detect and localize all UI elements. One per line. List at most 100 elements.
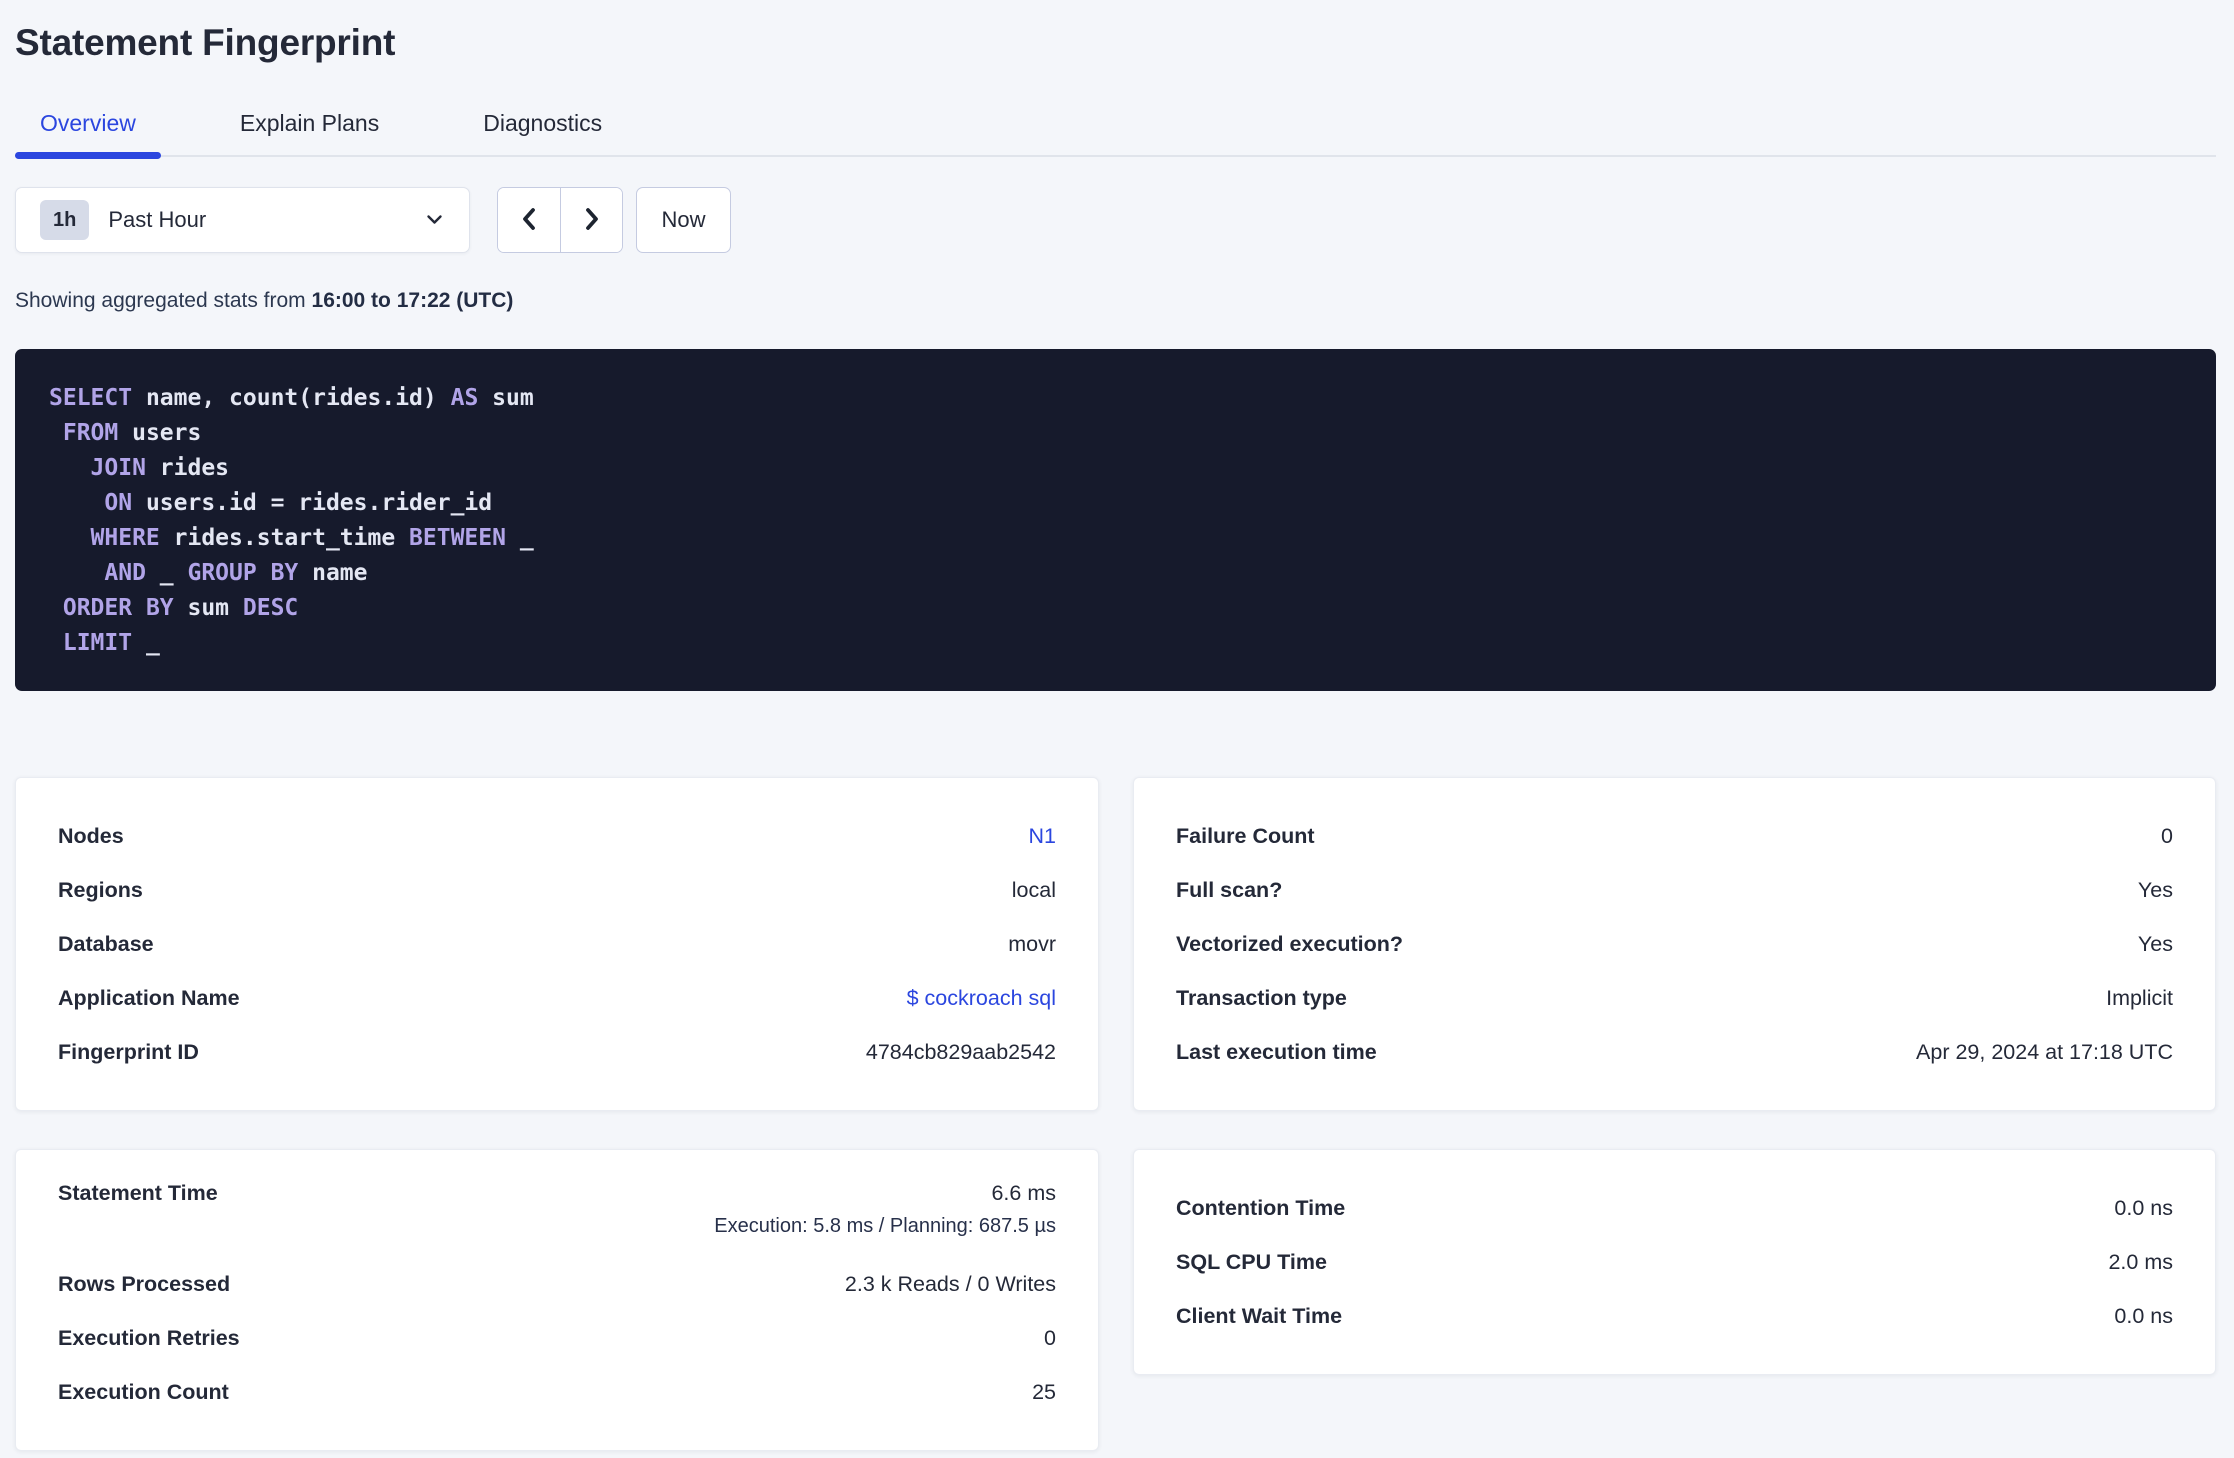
- now-button[interactable]: Now: [636, 187, 731, 253]
- sql-text: _: [505, 525, 534, 551]
- row-value: 2.3 k Reads / 0 Writes: [844, 1271, 1056, 1296]
- sql-text: _: [145, 560, 188, 586]
- time-range-arrows: [497, 187, 623, 253]
- card-row: Fingerprint ID 4784cb829aab2542: [58, 1025, 1056, 1079]
- row-label: Statement Time: [58, 1181, 218, 1205]
- sql-keyword: ON: [104, 490, 133, 516]
- sql-keyword: JOIN: [90, 455, 146, 481]
- row-label: SQL CPU Time: [1176, 1249, 1327, 1274]
- row-value: 6.6 ms: [991, 1181, 1056, 1205]
- card-row: Vectorized execution? Yes: [1176, 917, 2173, 971]
- row-value: 25: [1032, 1379, 1056, 1404]
- card-row: Execution Count 25: [58, 1365, 1056, 1419]
- card-row: Statement Time 6.6 ms Execution: 5.8 ms / …: [58, 1181, 1056, 1257]
- sql-statement-box: SELECT name, count(rides.id) AS sum FROM…: [15, 349, 2216, 691]
- row-value-wrap: Implicit: [2106, 986, 2173, 1011]
- row-value-wrap: 25: [1032, 1380, 1056, 1405]
- time-range-dropdown[interactable]: 1h Past Hour: [15, 187, 470, 253]
- row-value-wrap: 2.0 ms: [2108, 1250, 2173, 1275]
- sql-keyword: LIMIT: [62, 630, 133, 656]
- sql-keyword: WHERE: [90, 525, 160, 551]
- card-row: Execution Retries 0: [58, 1311, 1056, 1365]
- sql-text: users.id = rides.rider_id: [132, 490, 493, 516]
- row-value-wrap: 0: [1044, 1326, 1056, 1351]
- sql-keyword: FROM: [62, 420, 119, 446]
- stats-line-prefix: Showing aggregated stats from: [15, 289, 312, 312]
- card-row: Client Wait Time 0.0 ns: [1176, 1289, 2173, 1343]
- card-row: Regions local: [58, 863, 1056, 917]
- row-value-wrap: 0.0 ns: [2114, 1304, 2173, 1329]
- row-value-wrap: 4784cb829aab2542: [866, 1040, 1056, 1065]
- row-label: Execution Count: [58, 1379, 229, 1404]
- row-label: Database: [58, 931, 154, 956]
- row-label: Failure Count: [1176, 823, 1315, 848]
- sql-keyword: DESC: [242, 595, 299, 621]
- chevron-down-icon: [424, 213, 445, 227]
- sql-text: sum: [173, 595, 243, 621]
- row-value-wrap: 2.3 k Reads / 0 Writes: [845, 1272, 1056, 1297]
- row-value: Implicit: [2106, 985, 2173, 1010]
- time-controls: 1h Past Hour Now: [15, 187, 2216, 253]
- row-value: 0.0 ns: [2114, 1195, 2173, 1220]
- sql-text: sum: [478, 385, 534, 411]
- row-value: movr: [1008, 931, 1056, 956]
- row-value-link[interactable]: $ cockroach sql: [907, 986, 1056, 1011]
- card-row: SQL CPU Time 2.0 ms: [1176, 1235, 2173, 1289]
- row-value-wrap: $ cockroach sql: [907, 986, 1056, 1011]
- sql-keyword: AND: [104, 560, 146, 586]
- row-label: Full scan?: [1176, 877, 1283, 902]
- time-range-badge: 1h: [40, 200, 90, 240]
- row-value: 4784cb829aab2542: [865, 1039, 1056, 1064]
- statement-details-card: Nodes N1 Regions local Database movr Applicati…: [15, 777, 1099, 1111]
- sql-keyword: BETWEEN: [409, 525, 506, 551]
- chevron-left-icon: [517, 203, 541, 238]
- tab-overview[interactable]: Overview: [15, 110, 161, 159]
- sql-keyword: SELECT: [49, 385, 133, 411]
- sql-text: _: [132, 630, 160, 656]
- row-label: Contention Time: [1176, 1195, 1346, 1220]
- row-value: Yes: [2137, 931, 2173, 956]
- card-row: Application Name $ cockroach sql: [58, 971, 1056, 1025]
- row-value-wrap: N1: [1029, 824, 1056, 849]
- card-row: Last execution time Apr 29, 2024 at 17:18…: [1176, 1025, 2173, 1079]
- row-label: Regions: [58, 877, 143, 902]
- time-range-label: Past Hour: [108, 207, 207, 232]
- row-label: Vectorized execution?: [1176, 931, 1404, 956]
- next-time-button[interactable]: [560, 188, 622, 252]
- prev-time-button[interactable]: [498, 188, 560, 252]
- statement-fingerprint-page: Statement Fingerprint Overview Explain Pl…: [0, 0, 2234, 1451]
- row-value-wrap: 0: [2161, 824, 2173, 849]
- card-row: Rows Processed 2.3 k Reads / 0 Writes: [58, 1257, 1056, 1311]
- card-row: Nodes N1: [58, 809, 1056, 863]
- card-row: Database movr: [58, 917, 1056, 971]
- row-label: Client Wait Time: [1176, 1303, 1343, 1328]
- card-row: Full scan? Yes: [1176, 863, 2173, 917]
- statement-times-card: Statement Time 6.6 ms Execution: 5.8 ms / …: [15, 1149, 1099, 1451]
- row-value-link[interactable]: N1: [1029, 824, 1056, 849]
- aggregated-stats-line: Showing aggregated stats from 16:00 to 1…: [15, 289, 2216, 313]
- sql-keyword: AS: [450, 385, 479, 411]
- row-value-wrap: Yes: [2138, 932, 2173, 957]
- tab-explain-plans[interactable]: Explain Plans: [215, 110, 404, 155]
- row-subvalue: Execution: 5.8 ms / Planning: 687.5 µs: [714, 1215, 1056, 1237]
- row-label: Nodes: [58, 823, 124, 848]
- row-value: 0: [2161, 823, 2173, 848]
- sql-text: name: [298, 560, 368, 586]
- chevron-right-icon: [580, 203, 604, 238]
- tab-diagnostics[interactable]: Diagnostics: [458, 110, 627, 155]
- stats-line-range: 16:00 to 17:22 (UTC): [311, 289, 514, 312]
- card-row: Transaction type Implicit: [1176, 971, 2173, 1025]
- sql-keyword: GROUP BY: [187, 560, 299, 586]
- row-value-wrap: movr: [1008, 932, 1056, 957]
- page-title: Statement Fingerprint: [15, 22, 396, 63]
- row-value: Apr 29, 2024 at 17:18 UTC: [1916, 1039, 2173, 1064]
- row-value-wrap: Yes: [2138, 878, 2173, 903]
- execution-attributes-card: Failure Count 0 Full scan? Yes Vectorized ex…: [1133, 777, 2216, 1111]
- card-row: Contention Time 0.0 ns: [1176, 1181, 2173, 1235]
- row-value-wrap: 6.6 ms Execution: 5.8 ms / Planning: 687.…: [714, 1181, 1056, 1238]
- row-value: 2.0 ms: [2108, 1249, 2173, 1274]
